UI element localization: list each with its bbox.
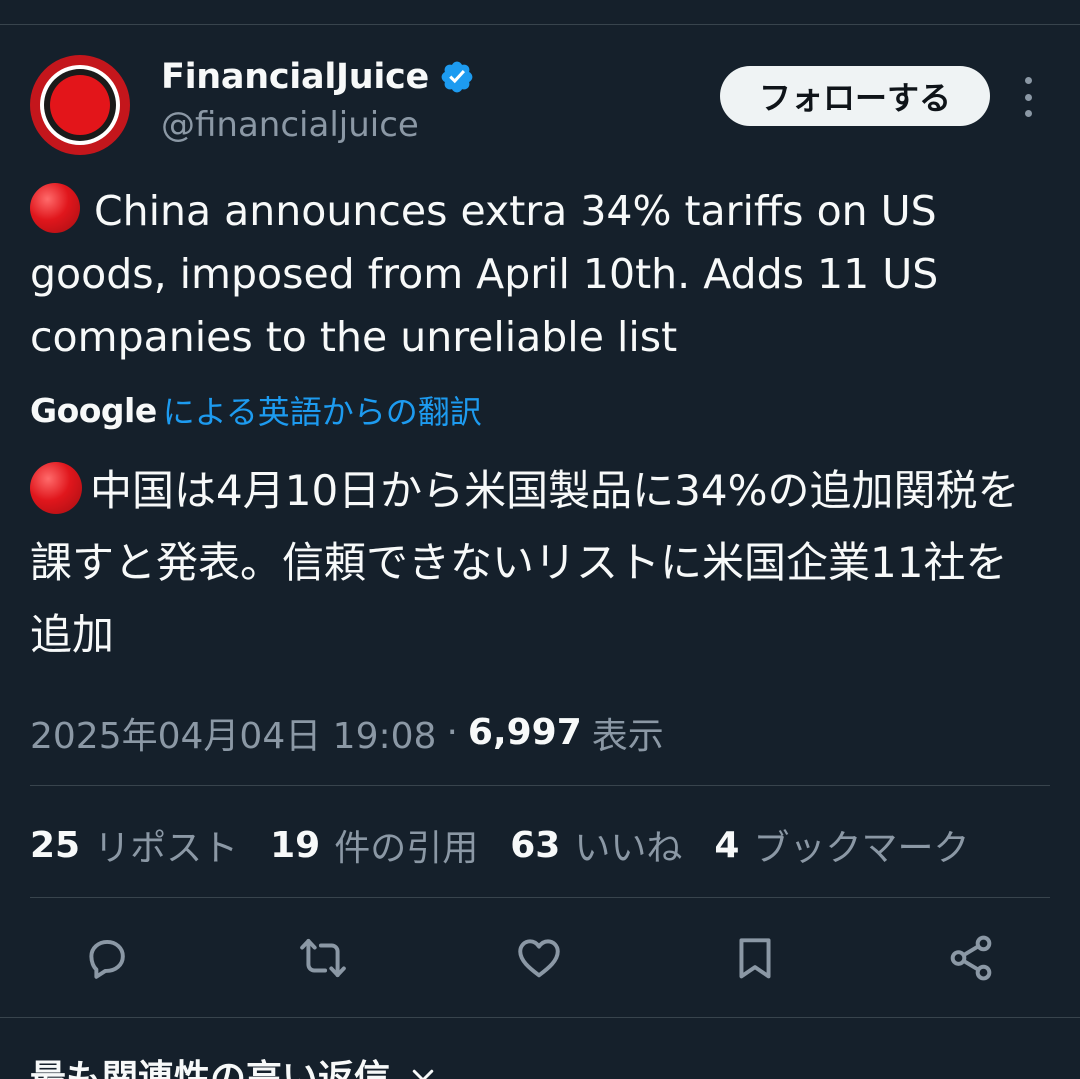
divider [0,1017,1080,1018]
views-label: 表示 [591,715,664,757]
display-name[interactable]: FinancialJuice [161,57,429,97]
views-count[interactable]: 6,997 [468,712,582,753]
tweet-text-body: China announces extra 34% tariffs on US … [30,187,939,361]
stat-reposts[interactable]: 25 リポスト [30,819,238,871]
tweet-text: China announces extra 34% tariffs on US … [30,180,1040,369]
top-divider [0,24,1080,25]
engagement-stats: 25 リポスト 19 件の引用 63 いいね 4 ブックマーク [30,815,1001,875]
stat-bookmarks[interactable]: 4 ブックマーク [714,819,969,871]
action-bar [0,925,1080,995]
bookmark-icon[interactable] [725,925,785,991]
handle[interactable]: @financialjuice [161,105,475,145]
meta-separator: · [446,712,458,753]
translated-text: 中国は4月10日から米国製品に34%の追加関税を課すと発表。信頼できないリストに… [30,455,1045,671]
tweet-meta: 2025年04月04日 19:08 · 6,997 表示 [30,705,664,760]
divider [30,785,1050,786]
avatar[interactable] [30,55,130,155]
retweet-icon[interactable] [293,925,353,991]
translation-attribution: Google による英語からの翻訳 [30,385,482,435]
red-circle-emoji-icon [30,462,82,514]
replies-sort-selector[interactable]: 最も関連性の高い返信 [30,1045,438,1079]
replies-sort-label: 最も関連性の高い返信 [30,1058,391,1079]
red-circle-emoji-icon [30,183,80,233]
tweet-header: FinancialJuice @financialjuice フォローする [30,55,1050,155]
follow-button[interactable]: フォローする [720,66,990,126]
translated-text-body: 中国は4月10日から米国製品に34%の追加関税を課すと発表。信頼できないリストに… [30,466,1020,659]
more-vertical-icon[interactable] [1018,77,1038,117]
stat-quotes[interactable]: 19 件の引用 [270,819,478,871]
tweet-detail-page: FinancialJuice @financialjuice フォローする Ch… [0,0,1080,1079]
verified-badge-icon [441,61,473,93]
like-icon[interactable] [509,925,569,991]
google-logo: Google [30,390,157,430]
author-info[interactable]: FinancialJuice @financialjuice [161,55,475,145]
divider [30,897,1050,898]
reply-icon[interactable] [77,925,137,991]
timestamp[interactable]: 2025年04月04日 19:08 [30,707,436,759]
translation-link[interactable]: による英語からの翻訳 [163,387,482,433]
chevron-down-icon [412,1069,434,1079]
stat-likes[interactable]: 63 いいね [510,819,682,871]
share-icon[interactable] [941,925,1001,991]
